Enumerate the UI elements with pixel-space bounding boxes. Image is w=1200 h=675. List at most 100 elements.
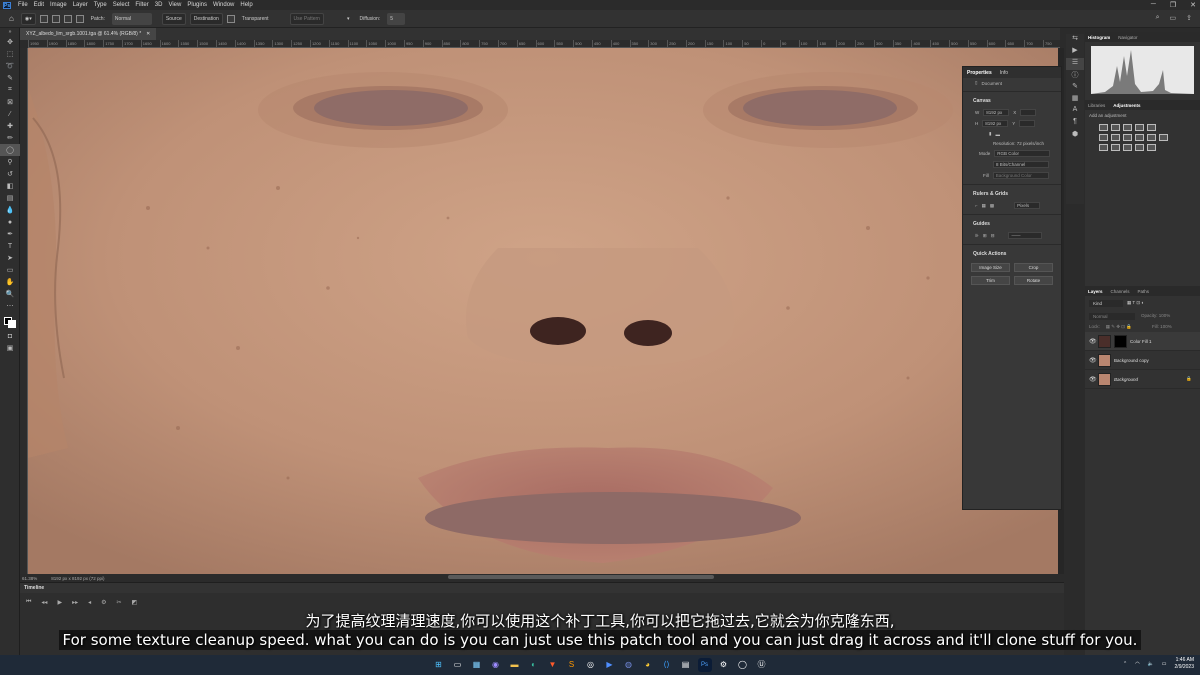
color-balance-icon[interactable]	[1099, 134, 1108, 141]
document-tab[interactable]: XYZ_albedo_lim_srgb.1001.tga @ 61.4% (RG…	[20, 28, 157, 40]
start-icon[interactable]: ⊞	[432, 658, 446, 672]
share-icon[interactable]: ⇪	[1186, 14, 1192, 22]
clone-stamp-tool-icon[interactable]: ⚲	[0, 156, 20, 168]
transition-icon[interactable]: ◩	[132, 599, 138, 606]
photoshop-taskbar-icon[interactable]: Ps	[697, 658, 712, 672]
tab-channels[interactable]: Channels	[1111, 289, 1130, 294]
lasso-tool-icon[interactable]: ➰	[0, 60, 20, 72]
portrait-icon[interactable]: ▮	[989, 131, 991, 137]
battery-icon[interactable]: ▭	[1162, 661, 1167, 667]
menu-image[interactable]: Image	[47, 2, 70, 8]
search-icon[interactable]: ▭	[451, 658, 465, 672]
menu-view[interactable]: View	[165, 2, 184, 8]
menu-help[interactable]: Help	[237, 2, 255, 8]
menu-window[interactable]: Window	[210, 2, 237, 8]
unreal-icon[interactable]: Ⓤ	[755, 658, 769, 672]
properties-icon[interactable]: ☰	[1066, 58, 1084, 70]
brush-tool-icon[interactable]: ✏	[0, 132, 20, 144]
type-tool-icon[interactable]: T	[0, 240, 20, 252]
dodge-tool-icon[interactable]: ●	[0, 216, 20, 228]
patch-tool-icon[interactable]: ◯	[0, 144, 20, 156]
eraser-tool-icon[interactable]: ◧	[0, 180, 20, 192]
next-frame-icon[interactable]: ▸▸	[72, 599, 78, 606]
brave-icon[interactable]: ▼	[546, 658, 560, 672]
add-selection-icon[interactable]	[51, 14, 60, 23]
chrome-icon[interactable]: ◕	[641, 658, 655, 672]
filter-icons[interactable]: ▦ T ⊡ ◐	[1127, 300, 1144, 307]
gradient-tool-icon[interactable]: ▤	[0, 192, 20, 204]
settings-gear-icon[interactable]: ⚙	[101, 599, 106, 606]
tab-histogram[interactable]: Histogram	[1088, 35, 1110, 40]
canvas-section-title[interactable]: Canvas	[963, 95, 1061, 107]
paragraph-icon[interactable]: ¶	[1066, 118, 1084, 130]
x-field[interactable]	[1020, 109, 1037, 116]
horizontal-scrollbar[interactable]	[448, 575, 714, 579]
pattern-picker[interactable]: ▾	[344, 13, 353, 25]
rulers-grids-title[interactable]: Rulers & Grids	[963, 188, 1061, 200]
healing-brush-tool-icon[interactable]: ✚	[0, 120, 20, 132]
edge-icon[interactable]: ◐	[527, 658, 541, 672]
channel-mixer-icon[interactable]	[1135, 134, 1144, 141]
intersect-selection-icon[interactable]	[75, 14, 84, 23]
kind-filter-dropdown[interactable]: Kind	[1089, 300, 1123, 307]
visibility-eye-icon[interactable]: 👁	[1089, 338, 1097, 345]
tab-navigator[interactable]: Navigator	[1118, 35, 1137, 40]
history-brush-tool-icon[interactable]: ↺	[0, 168, 20, 180]
restore-icon[interactable]: ❐	[1170, 1, 1176, 9]
history-icon[interactable]: ⇆	[1066, 34, 1084, 46]
zoom-level[interactable]: 61.38%	[22, 576, 37, 581]
transparent-checkbox[interactable]	[226, 14, 235, 23]
info-icon[interactable]: ⓘ	[1066, 70, 1084, 82]
vscode-icon[interactable]: ⟨⟩	[660, 658, 674, 672]
move-tool-icon[interactable]: ✥	[0, 36, 20, 48]
ruler-toggle-icon[interactable]: ⌐	[975, 203, 978, 208]
crop-tool-icon[interactable]: ⌗	[0, 84, 20, 96]
actions-play-icon[interactable]: ▶	[1066, 46, 1084, 58]
crop-button[interactable]: Crop	[1014, 263, 1053, 272]
obs-icon[interactable]: ◎	[584, 658, 598, 672]
y-field[interactable]	[1019, 120, 1036, 127]
file-explorer-icon[interactable]: ▬	[508, 658, 522, 672]
more-tools-icon[interactable]: ⋯	[0, 300, 20, 312]
eyedropper-tool-icon[interactable]: ⁄	[0, 108, 20, 120]
swatches-icon[interactable]: ▦	[1066, 94, 1084, 106]
menu-edit[interactable]: Edit	[31, 2, 47, 8]
volume-icon[interactable]: 🔈	[1148, 661, 1154, 667]
split-icon[interactable]: ✂	[117, 599, 122, 606]
guide-lock-icon[interactable]: ⊟	[991, 233, 995, 239]
marquee-tool-icon[interactable]: ⬚	[0, 48, 20, 60]
ruler-unit-dropdown[interactable]: Pixels	[1014, 202, 1041, 209]
character-icon[interactable]: A	[1066, 106, 1084, 118]
sublime-icon[interactable]: S	[565, 658, 579, 672]
menu-select[interactable]: Select	[110, 2, 133, 8]
exposure-icon[interactable]	[1135, 124, 1144, 131]
menu-layer[interactable]: Layer	[70, 2, 91, 8]
document-canvas[interactable]	[28, 48, 1058, 574]
menu-filter[interactable]: Filter	[132, 2, 151, 8]
bw-icon[interactable]	[1111, 134, 1120, 141]
quick-actions-title[interactable]: Quick Actions	[963, 248, 1061, 260]
trim-button[interactable]: Trim	[971, 276, 1010, 285]
layer-row[interactable]: 👁 Color Fill 1	[1085, 332, 1200, 351]
search-icon[interactable]: ⌕	[1156, 14, 1160, 22]
hand-tool-icon[interactable]: ✋	[0, 276, 20, 288]
video-app-icon[interactable]: ▶	[603, 658, 617, 672]
gradient-map-icon[interactable]	[1123, 144, 1132, 151]
chat-icon[interactable]: ◉	[489, 658, 503, 672]
app-window-icon[interactable]: ▤	[679, 658, 693, 672]
color-lookup-icon[interactable]	[1147, 134, 1156, 141]
fill-dropdown[interactable]: Background Color	[992, 172, 1049, 179]
clock[interactable]: 1:46 AM 2/9/2023	[1175, 657, 1194, 671]
github-icon[interactable]: ◯	[736, 658, 750, 672]
audio-icon[interactable]: ◂	[88, 599, 91, 606]
solid-icon[interactable]	[1147, 144, 1156, 151]
3d-icon[interactable]: ⬢	[1066, 130, 1084, 142]
screen-mode-icon[interactable]: ▣	[0, 342, 20, 354]
fill-field[interactable]: Fill: 100%	[1152, 324, 1172, 330]
close-tab-icon[interactable]: ✕	[146, 31, 150, 37]
invert-icon[interactable]	[1159, 134, 1168, 141]
toolbar-collapse-icon[interactable]: »	[0, 28, 20, 36]
brightness-icon[interactable]	[1099, 124, 1108, 131]
photo-filter-icon[interactable]	[1123, 134, 1132, 141]
close-icon[interactable]: ✕	[1190, 1, 1196, 9]
